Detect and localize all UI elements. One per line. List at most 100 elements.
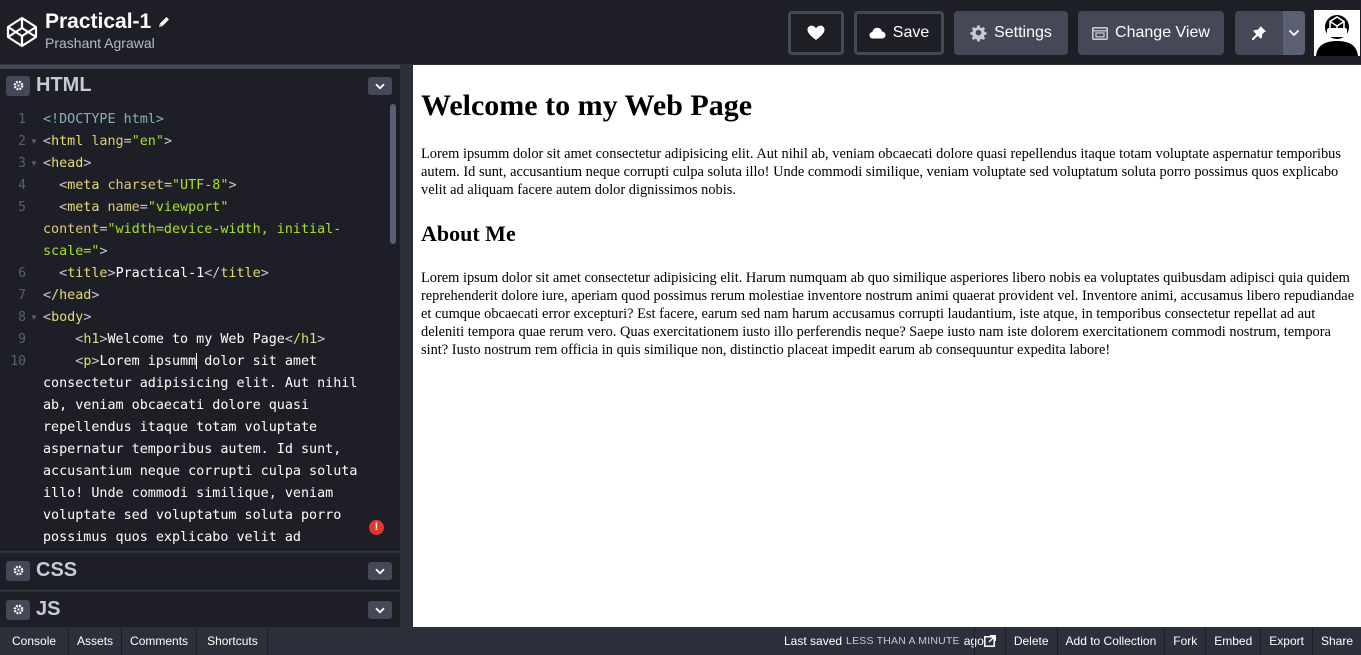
codepen-logo-icon[interactable]: [6, 16, 38, 48]
tag-token: meta: [67, 178, 100, 193]
top-header: Practical-1 Prashant Agrawal Save Settin…: [0, 0, 1361, 65]
saved-prefix: Last saved: [784, 634, 843, 648]
gear-icon: [13, 80, 23, 91]
doctype-token: <!DOCTYPE html>: [43, 112, 164, 127]
js-editor-header[interactable]: JS: [0, 589, 400, 627]
delete-button[interactable]: Delete: [1004, 627, 1057, 655]
save-label: Save: [892, 24, 930, 41]
chevron-down-icon: [375, 607, 385, 613]
attr-token: charset: [107, 178, 164, 193]
html-editor-settings-button[interactable]: [6, 75, 30, 96]
fork-button[interactable]: Fork: [1164, 627, 1205, 655]
embed-button[interactable]: Embed: [1205, 627, 1260, 655]
save-button[interactable]: Save: [854, 11, 944, 55]
footer-actions: Delete Add to Collection Fork Embed Expo…: [973, 627, 1361, 655]
code-wrap-line: illo! Unde commodi similique, veniam: [43, 486, 334, 501]
line-number: 3: [18, 156, 26, 171]
line-number: 9: [18, 332, 26, 347]
pin-menu-toggle[interactable]: [1283, 11, 1305, 55]
code-line-4: <meta charset="UTF-8">: [59, 178, 237, 193]
html-editor-header[interactable]: HTML: [0, 65, 400, 102]
change-view-button[interactable]: Change View: [1078, 11, 1224, 55]
tag-token: /head: [51, 288, 92, 303]
css-editor-collapse-button[interactable]: [368, 562, 392, 580]
share-button[interactable]: Share: [1311, 627, 1361, 655]
user-avatar[interactable]: [1314, 10, 1360, 56]
code-wrap-line: aspernatur temporibus autem. Id sunt,: [43, 442, 342, 457]
html-editor-title: HTML: [36, 74, 92, 96]
line-number: 7: [18, 288, 26, 303]
code-wrap-line: ab, veniam obcaecati dolore quasi: [43, 398, 310, 413]
preview-heading: Welcome to my Web Page: [421, 89, 753, 122]
code-line-6: <title>Practical-1</title>: [59, 266, 269, 281]
chevron-down-icon: [1288, 29, 1300, 37]
css-editor-settings-button[interactable]: [6, 560, 30, 581]
code-line-7: </head>: [43, 288, 100, 303]
settings-label: Settings: [994, 24, 1052, 41]
editor-scrollbar[interactable]: [390, 104, 396, 244]
result-preview: Welcome to my Web Page Lorem ipsumm dolo…: [413, 65, 1361, 627]
code-line-8: <body>: [43, 310, 92, 325]
comments-button[interactable]: Comments: [122, 627, 198, 655]
error-indicator-icon[interactable]: !: [369, 520, 384, 535]
pin-icon: [1252, 26, 1266, 40]
tag-token: body: [51, 310, 84, 325]
fold-arrow-icon[interactable]: ▼: [30, 137, 38, 146]
string-token: scale=": [43, 244, 100, 259]
line-number: 4: [18, 178, 26, 193]
string-token: "viewport": [147, 200, 229, 215]
settings-button[interactable]: Settings: [954, 11, 1068, 55]
attr-token: name: [107, 200, 140, 215]
last-saved-status: Last saved LESS THAN A MINUTE ago: [784, 627, 984, 655]
text-token: Lorem ipsumm: [99, 354, 197, 369]
fold-arrow-icon[interactable]: ▼: [30, 313, 38, 322]
assets-button[interactable]: Assets: [69, 627, 123, 655]
code-wrap-line: repellendus itaque totam voluptate: [43, 420, 318, 435]
export-button[interactable]: Export: [1260, 627, 1312, 655]
open-in-new-window-button[interactable]: [973, 627, 1005, 655]
pin-button[interactable]: [1235, 11, 1283, 55]
line-number: 5: [18, 200, 26, 215]
cloud-icon: [869, 27, 886, 39]
bottom-toolbar: Console Assets Comments Shortcuts Last s…: [0, 627, 1361, 655]
code-wrap-line: possimus quos explicabo velit ad: [43, 530, 301, 545]
add-to-collection-button[interactable]: Add to Collection: [1056, 627, 1165, 655]
attr-token: lang: [91, 134, 124, 149]
heart-button[interactable]: [788, 11, 844, 55]
string-token: "en": [131, 134, 164, 149]
shortcuts-button[interactable]: Shortcuts: [197, 627, 268, 655]
console-button[interactable]: Console: [0, 627, 70, 655]
code-line-9: <h1>Welcome to my Web Page</h1>: [75, 332, 326, 347]
editor-column: HTML 1 2 ▼ 3 ▼ 4 5 6 7 8 ▼ 9 10 <!DOCTYP…: [0, 65, 400, 627]
pencil-icon[interactable]: [157, 15, 171, 29]
string-token: "UTF-8": [172, 178, 229, 193]
chevron-down-icon: [375, 83, 385, 89]
preview-subheading: About Me: [421, 221, 516, 246]
tag-token: html: [51, 134, 84, 149]
preview-paragraph-1: Lorem ipsumm dolor sit amet consectetur …: [421, 146, 1341, 198]
text-token: Welcome to my Web Page: [107, 332, 285, 347]
html-code-editor[interactable]: 1 2 ▼ 3 ▼ 4 5 6 7 8 ▼ 9 10 <!DOCTYPE htm…: [0, 102, 400, 549]
gear-icon: [13, 604, 23, 615]
html-editor-collapse-button[interactable]: [368, 77, 392, 95]
line-number: 8: [18, 310, 26, 325]
author-name[interactable]: Prashant Agrawal: [45, 35, 155, 51]
js-editor-settings-button[interactable]: [6, 599, 30, 620]
line-number: 2: [18, 134, 26, 149]
string-token: "width=device-width, initial-: [107, 222, 342, 237]
resize-handle[interactable]: [400, 65, 413, 627]
code-wrap-line: voluptate sed voluptatum soluta porro: [43, 508, 342, 523]
tag-token: meta: [67, 200, 100, 215]
attr-token: content: [43, 222, 100, 237]
pen-title[interactable]: Practical-1: [45, 10, 151, 34]
pen-title-row: Practical-1: [45, 10, 171, 34]
code-line-10: <p>Lorem ipsumm dolor sit amet: [75, 353, 318, 369]
css-editor-header[interactable]: CSS: [0, 550, 400, 588]
heart-icon: [807, 25, 825, 40]
fold-arrow-icon[interactable]: ▼: [30, 159, 38, 168]
code-wrap-line: accusantium neque corrupti culpa soluta: [43, 464, 358, 479]
css-editor-title: CSS: [36, 559, 78, 581]
js-editor-collapse-button[interactable]: [368, 601, 392, 619]
change-view-icon: [1092, 26, 1109, 40]
line-number-gutter: 1 2 ▼ 3 ▼ 4 5 6 7 8 ▼ 9 10: [0, 102, 38, 549]
